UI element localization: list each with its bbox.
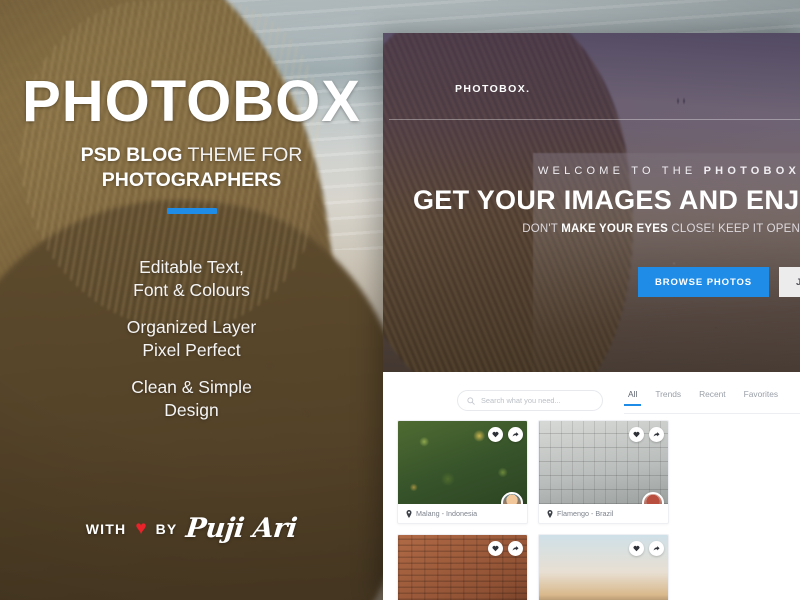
tagline: PSD BLOG THEME FOR PHOTOGRAPHERS <box>0 143 383 193</box>
card-actions <box>629 427 664 442</box>
share-icon <box>512 546 519 551</box>
feature-item: Clean & Simple Design <box>131 377 252 420</box>
credit-with-label: WITH <box>85 520 127 537</box>
card-actions <box>488 541 523 556</box>
card-location-label: Flamengo - Brazil <box>557 509 614 518</box>
hero-copy: WELCOME TO THE PHOTOBOX GET YOUR IMAGES … <box>383 165 800 235</box>
join-photobox-button[interactable]: JOIN PHOTOBOX <box>779 267 800 297</box>
page-title: PHOTOBOX <box>22 69 361 134</box>
gallery-content: All Trends Recent Favorites Malang - Ind… <box>383 372 800 600</box>
search-field[interactable] <box>457 390 603 411</box>
hero-sub-part1: DON'T <box>522 223 562 235</box>
tagline-bold: PSD BLOG <box>80 144 183 166</box>
hero-eyebrow: WELCOME TO THE PHOTOBOX <box>383 165 800 177</box>
header-divider <box>389 119 800 120</box>
search-icon <box>467 396 475 405</box>
tagline-line2: PHOTOGRAPHERS <box>101 169 282 191</box>
author-signature: Puji Ari <box>184 513 299 544</box>
share-icon <box>653 432 660 437</box>
tab-recent[interactable]: Recent <box>699 389 726 406</box>
like-button[interactable] <box>488 427 503 442</box>
photo-card[interactable]: Flamengo - Brazil <box>538 420 669 524</box>
card-footer: Malang - Indonesia <box>398 504 527 523</box>
theme-preview-mockup: PHOTOBOX. WELCOME TO THE PHOTOBOX GET YO… <box>383 33 800 600</box>
photo-card[interactable]: Malang - Indonesia <box>397 420 528 524</box>
credit-line: WITH ♥ BY Puji Ari <box>0 513 383 544</box>
share-button[interactable] <box>508 427 523 442</box>
heart-icon: ♥ <box>135 518 147 539</box>
card-image[interactable] <box>398 535 527 600</box>
hero-button-group: BROWSE PHOTOS JOIN PHOTOBOX <box>638 267 800 297</box>
accent-divider <box>167 208 217 214</box>
hero-sub-bold: MAKE YOUR EYES <box>561 223 668 235</box>
location-pin-icon <box>406 509 412 518</box>
gallery-tabs: All Trends Recent Favorites <box>623 389 778 406</box>
heart-icon <box>633 545 640 552</box>
card-actions <box>629 541 664 556</box>
hero-sub-part2: CLOSE! KEEP IT OPEN <box>667 223 800 235</box>
card-location-label: Malang - Indonesia <box>416 509 478 518</box>
hero-eyebrow-plain: WELCOME TO THE <box>537 165 704 177</box>
feature-item: Organized Layer Pixel Perfect <box>126 317 257 360</box>
heart-icon <box>633 431 640 438</box>
hero-subheadline: DON'T MAKE YOUR EYES CLOSE! KEEP IT OPEN <box>383 223 800 235</box>
card-footer: Flamengo - Brazil <box>539 504 668 523</box>
browse-photos-button[interactable]: BROWSE PHOTOS <box>638 267 770 297</box>
hero-eyebrow-bold: PHOTOBOX <box>703 165 800 177</box>
heart-icon <box>492 431 499 438</box>
like-button[interactable] <box>629 541 644 556</box>
tabs-divider <box>624 413 800 414</box>
photo-card[interactable] <box>538 534 669 600</box>
site-logo[interactable]: PHOTOBOX. <box>455 83 530 95</box>
card-actions <box>488 427 523 442</box>
share-button[interactable] <box>649 427 664 442</box>
hero-headline: GET YOUR IMAGES AND ENJOY <box>413 185 800 215</box>
share-icon <box>653 546 660 551</box>
like-button[interactable] <box>629 427 644 442</box>
search-input[interactable] <box>481 396 593 405</box>
presentation-copy: PHOTOBOX PSD BLOG THEME FOR PHOTOGRAPHER… <box>0 0 383 600</box>
photo-card-grid: Malang - Indonesia Flamengo - Brazil Londo… <box>383 420 800 600</box>
card-image[interactable] <box>539 535 668 600</box>
feature-item: Editable Text, Font & Colours <box>133 257 250 300</box>
credit-by-label: BY <box>155 520 178 537</box>
tab-all[interactable]: All <box>623 389 642 406</box>
card-image[interactable] <box>539 421 668 504</box>
card-image[interactable] <box>398 421 527 504</box>
photo-card[interactable]: London - UK <box>397 534 528 600</box>
location-pin-icon <box>547 509 553 518</box>
tab-trends[interactable]: Trends <box>655 389 681 406</box>
like-button[interactable] <box>488 541 503 556</box>
share-button[interactable] <box>508 541 523 556</box>
share-button[interactable] <box>649 541 664 556</box>
share-icon <box>512 432 519 437</box>
heart-icon <box>492 545 499 552</box>
hero-section: PHOTOBOX. WELCOME TO THE PHOTOBOX GET YO… <box>383 33 800 372</box>
tagline-rest: THEME FOR <box>182 144 303 166</box>
tab-favorites[interactable]: Favorites <box>744 389 778 406</box>
filter-bar: All Trends Recent Favorites <box>383 372 800 422</box>
